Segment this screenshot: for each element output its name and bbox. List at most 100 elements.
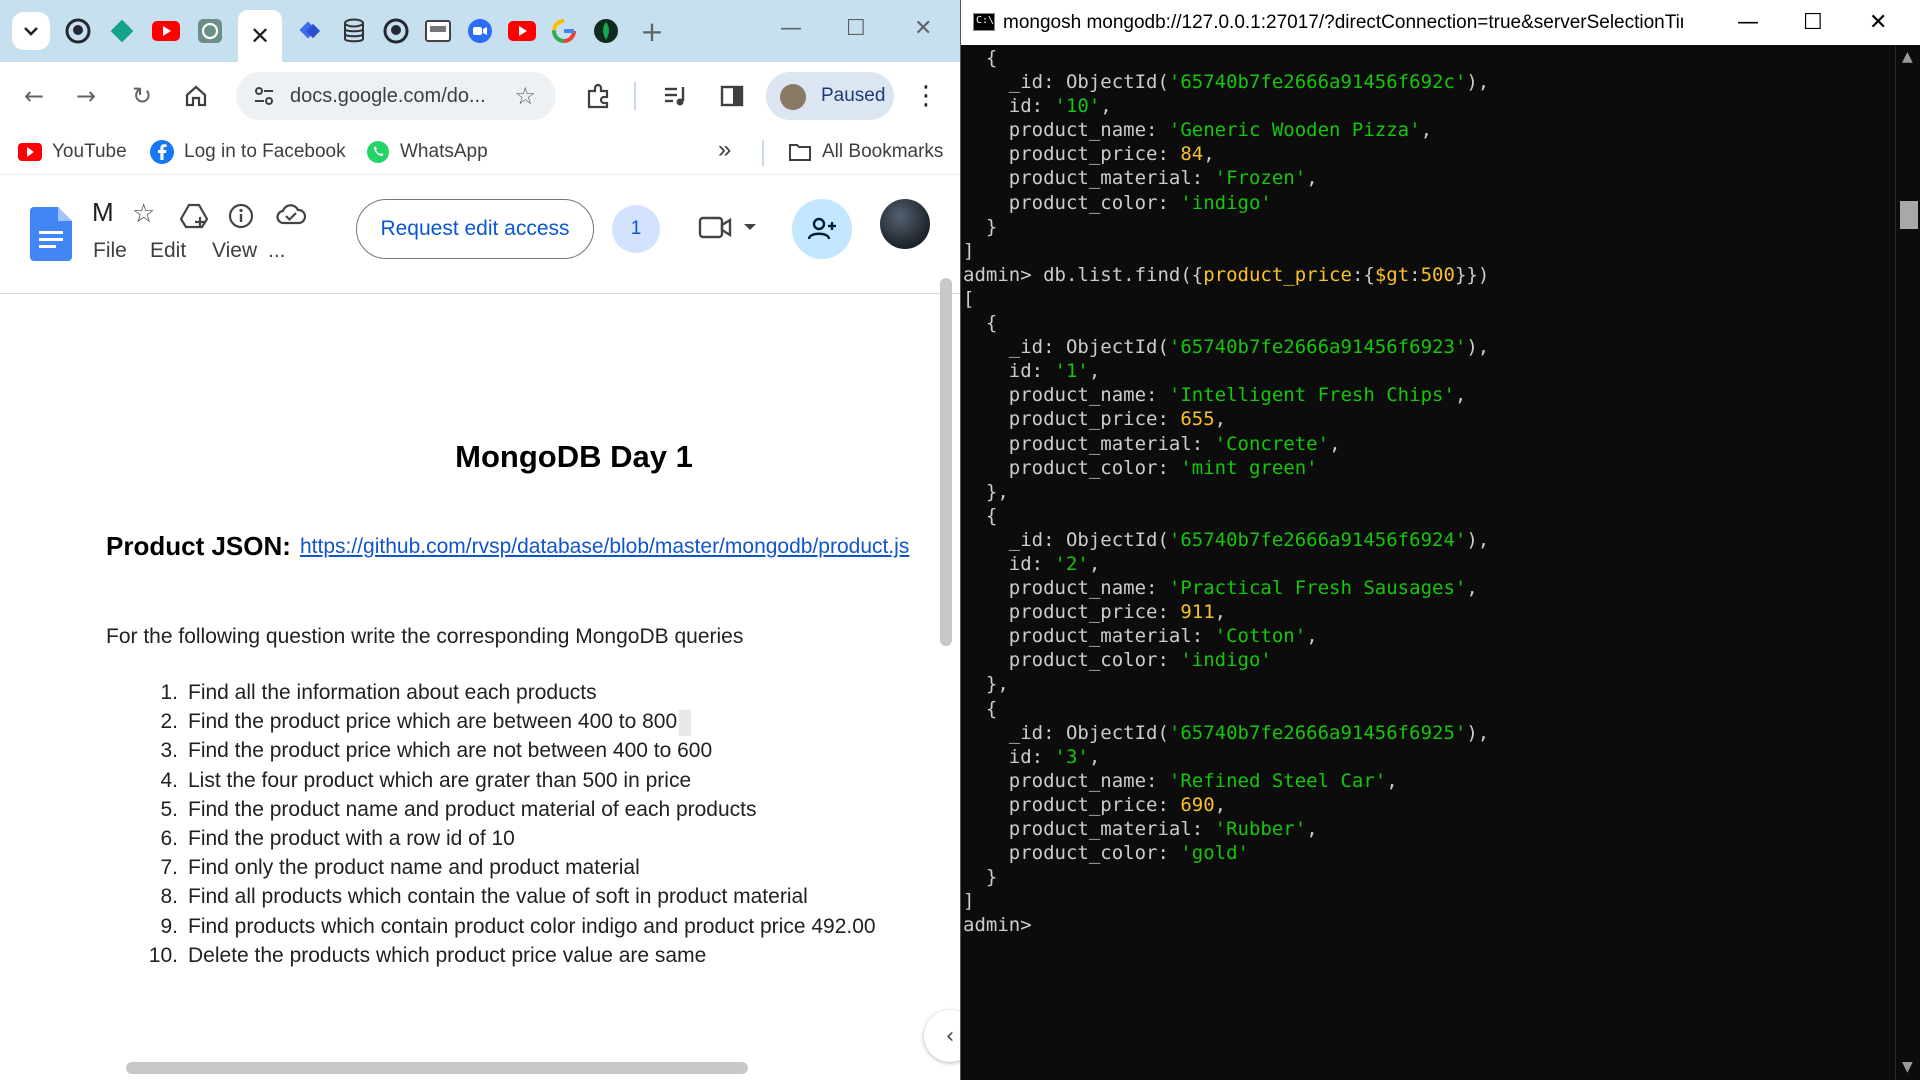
bookmark-youtube[interactable]: YouTube — [18, 140, 127, 164]
diamond-tab-icon[interactable] — [104, 13, 140, 49]
document-title[interactable]: M — [92, 197, 114, 228]
google-docs-logo-icon[interactable] — [30, 207, 72, 261]
reload-button[interactable]: ↻ — [122, 76, 162, 116]
maximize-window-button[interactable]: ☐ — [846, 16, 866, 41]
share-button[interactable] — [792, 199, 852, 259]
terminal-text: ), — [1466, 336, 1490, 359]
terminal-text: 690 — [1180, 793, 1215, 816]
intro-text: For the following question write the cor… — [106, 625, 744, 648]
tab-icon-blue-diamonds[interactable] — [292, 13, 328, 49]
profile-paused-button[interactable]: Paused — [766, 72, 894, 120]
side-panel-button[interactable] — [712, 76, 752, 116]
menu-file[interactable]: File — [93, 239, 127, 263]
terminal-text: 'Practical Fresh Sausages' — [1168, 577, 1467, 600]
terminal-close-button[interactable]: ✕ — [1869, 10, 1887, 35]
extensions-button[interactable] — [578, 76, 618, 116]
menu-edit[interactable]: Edit — [150, 239, 186, 263]
chrome-menu-button[interactable]: ⋮ — [906, 76, 946, 116]
list-item: 5. Find the product name and product mate… — [138, 798, 876, 827]
terminal-text: product_material: — [963, 432, 1215, 455]
whatsapp-icon — [366, 140, 390, 164]
list-text: Find only the product name and product m… — [188, 856, 640, 880]
terminal-line: product_name: 'Practical Fresh Sausages'… — [963, 576, 1893, 600]
scroll-up-arrow-icon[interactable]: ▲ — [1902, 49, 1913, 65]
menu-view[interactable]: View — [212, 239, 257, 263]
list-number: 1. — [160, 681, 178, 704]
scroll-down-arrow-icon[interactable]: ▼ — [1902, 1059, 1913, 1075]
bookmarks-overflow-button[interactable]: » — [718, 136, 731, 164]
github-tab-icon-2[interactable] — [378, 13, 414, 49]
database-tab-icon[interactable] — [336, 13, 372, 49]
terminal-output[interactable]: { _id: ObjectId('65740b7fe2666a91456f692… — [963, 45, 1893, 1080]
youtube-tab-icon[interactable] — [148, 13, 184, 49]
chrome-window: ✕ + — ☐ ✕ ← → ↻ docs.google.com/do... ☆ … — [0, 0, 960, 1080]
github-tab-icon[interactable] — [60, 13, 96, 49]
document-horizontal-scrollbar[interactable] — [126, 1062, 748, 1074]
terminal-text: }, — [963, 673, 1009, 696]
bookmark-facebook[interactable]: Log in to Facebook — [150, 140, 346, 164]
reload-icon: ↻ — [131, 82, 153, 110]
console-icon[interactable]: C:\ — [973, 13, 995, 31]
all-bookmarks-button[interactable]: All Bookmarks — [788, 140, 943, 164]
terminal-text: , — [1203, 143, 1215, 166]
browser-toolbar: ← → ↻ docs.google.com/do... ☆ Paused ⋮ — [0, 62, 960, 130]
minimize-window-button[interactable]: — — [780, 16, 802, 41]
tab-search-button[interactable] — [12, 12, 50, 50]
chatgpt-tab-icon[interactable] — [192, 13, 228, 49]
document-vertical-scrollbar[interactable] — [940, 278, 952, 646]
product-json-link[interactable]: https://github.com/rvsp/database/blob/ma… — [300, 535, 909, 559]
terminal-text: { — [963, 504, 998, 527]
forward-button[interactable]: → — [66, 76, 106, 116]
terminal-line: product_name: 'Refined Steel Car', — [963, 769, 1893, 793]
bookmark-whatsapp[interactable]: WhatsApp — [366, 140, 488, 164]
terminal-line: { — [963, 697, 1893, 721]
site-settings-icon[interactable] — [252, 84, 276, 108]
cloud-saved-icon[interactable] — [276, 203, 306, 225]
terminal-text: , — [1386, 769, 1398, 792]
terminal-line: _id: ObjectId('65740b7fe2666a91456f692c'… — [963, 70, 1893, 94]
terminal-minimize-button[interactable]: — — [1737, 10, 1759, 35]
bookmark-star-icon[interactable]: ☆ — [514, 82, 536, 110]
list-item: 8. Find all products which contain the va… — [138, 885, 876, 914]
active-tab[interactable]: ✕ — [238, 10, 282, 62]
info-icon[interactable] — [228, 203, 254, 229]
video-call-icon[interactable] — [698, 215, 760, 241]
mongodb-tab-icon[interactable] — [588, 13, 624, 49]
google-tab-icon[interactable] — [546, 13, 582, 49]
bookmark-label: WhatsApp — [400, 141, 488, 162]
terminal-line: product_price: 690, — [963, 793, 1893, 817]
media-control-button[interactable] — [656, 76, 696, 116]
list-text: Find the product price which are between… — [188, 710, 678, 734]
classroom-tab-icon[interactable] — [420, 13, 456, 49]
terminal-text: 'Frozen' — [1214, 167, 1307, 190]
close-tab-icon[interactable]: ✕ — [250, 22, 270, 50]
terminal-scroll-thumb[interactable] — [1900, 201, 1918, 229]
terminal-line: admin> db.list.find({product_price:{$gt:… — [963, 263, 1893, 287]
youtube-tab-icon-2[interactable] — [504, 13, 540, 49]
close-window-button[interactable]: ✕ — [914, 16, 932, 41]
terminal-text: [ — [963, 287, 975, 310]
terminal-text: { — [963, 697, 998, 720]
home-button[interactable] — [176, 76, 216, 116]
list-number: 3. — [160, 739, 178, 763]
terminal-line: product_price: 911, — [963, 600, 1893, 624]
request-edit-access-button[interactable]: Request edit access — [356, 199, 594, 259]
star-icon[interactable]: ☆ — [132, 199, 155, 229]
new-tab-button[interactable]: + — [634, 13, 670, 49]
terminal-line: admin> — [963, 913, 1893, 937]
document-heading: MongoDB Day 1 — [455, 439, 693, 474]
terminal-text: , — [1088, 552, 1101, 575]
terminal-scrollbar[interactable]: ▲ ▼ — [1895, 45, 1920, 1080]
account-avatar[interactable] — [880, 199, 930, 249]
list-text: Find the product price which are not bet… — [188, 739, 713, 763]
viewer-count-badge[interactable]: 1 — [612, 205, 660, 253]
terminal-text: }, — [963, 480, 1009, 503]
terminal-maximize-button[interactable]: ☐ — [1803, 10, 1823, 35]
move-to-drive-icon[interactable] — [180, 203, 208, 229]
menu-more[interactable]: ... — [268, 239, 286, 263]
terminal-line: product_color: 'gold' — [963, 841, 1893, 865]
zoom-tab-icon[interactable] — [462, 13, 498, 49]
address-bar[interactable]: docs.google.com/do... ☆ — [236, 72, 556, 120]
terminal-text: _id: ObjectId( — [963, 528, 1169, 551]
back-button[interactable]: ← — [14, 76, 54, 116]
